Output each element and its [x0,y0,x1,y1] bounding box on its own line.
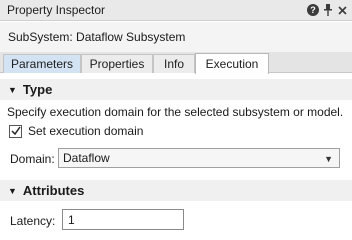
set-execution-domain-row[interactable]: Set execution domain [9,124,143,138]
tab-label: Properties [89,57,145,71]
subsystem-header: SubSystem: Dataflow Subsystem [0,22,352,52]
help-icon[interactable]: ? [307,4,319,16]
pin-icon[interactable] [323,4,333,16]
tab-parameters[interactable]: Parameters [3,54,81,73]
title-bar: Property Inspector ? [0,0,352,21]
check-icon [10,126,21,136]
dropdown-arrow-icon: ▼ [324,154,333,164]
latency-input[interactable] [62,209,184,230]
tab-label: Parameters [10,57,74,71]
tab-properties[interactable]: Properties [81,54,153,73]
set-execution-domain-checkbox[interactable] [9,124,22,138]
tab-label: Info [163,57,184,71]
section-title: Attributes [22,183,85,198]
section-title: Type [22,82,53,97]
tab-strip: Parameters Properties Info Execution [0,52,352,74]
tab-label: Execution [205,57,259,71]
tab-execution[interactable]: Execution [195,53,269,74]
checkbox-label: Set execution domain [28,124,144,138]
window-title: Property Inspector [7,3,106,17]
close-icon[interactable] [337,5,347,15]
subsystem-name: SubSystem: Dataflow Subsystem [8,30,186,44]
type-description: Specify execution domain for the selecte… [7,105,344,119]
tab-info[interactable]: Info [153,54,195,73]
section-header-attributes[interactable]: ▼ Attributes [0,180,352,201]
domain-dropdown[interactable]: Dataflow ▼ [58,148,340,168]
domain-value: Dataflow [63,151,110,165]
latency-label: Latency: [10,214,56,228]
window-controls: ? [307,4,352,16]
collapse-triangle-icon[interactable]: ▼ [8,186,17,196]
domain-label: Domain: [10,152,55,166]
section-header-type[interactable]: ▼ Type [0,79,352,100]
collapse-triangle-icon[interactable]: ▼ [8,85,17,95]
